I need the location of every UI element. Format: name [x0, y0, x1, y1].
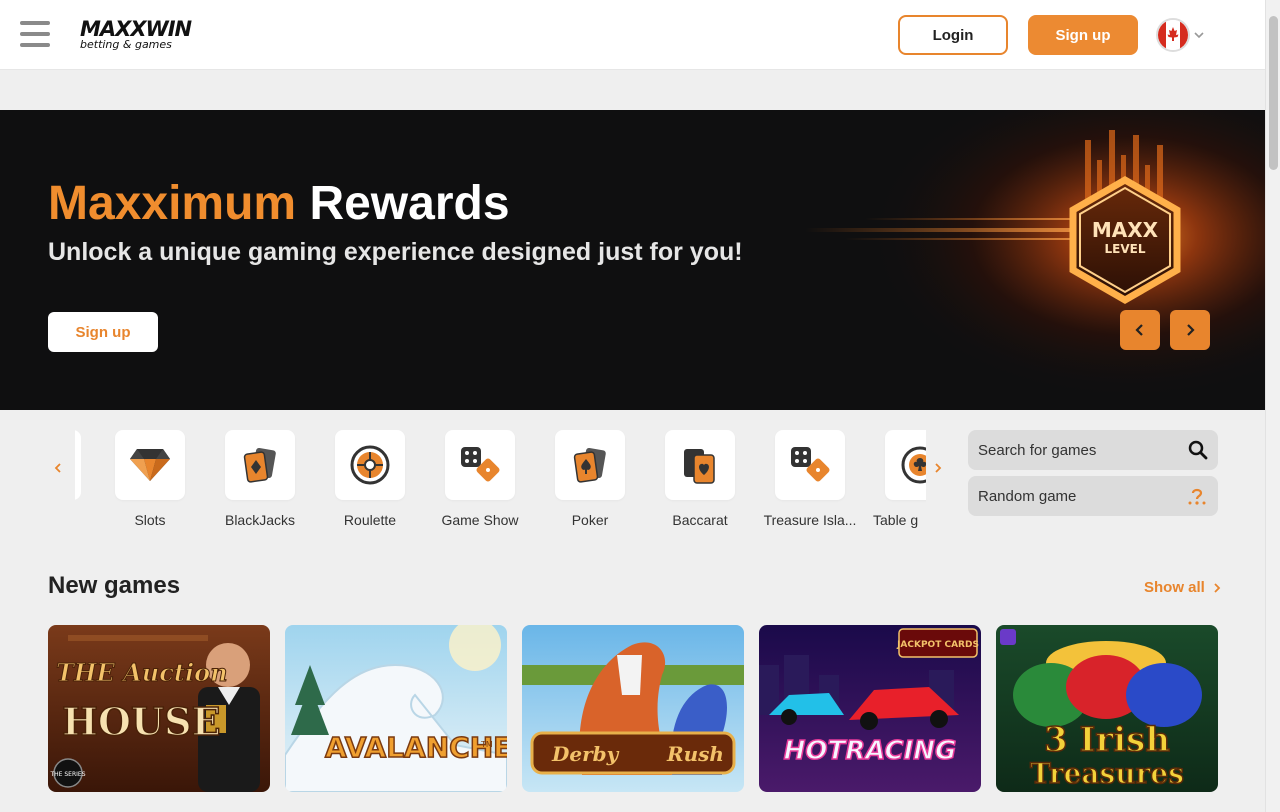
game-badge: JACKPOT CARDS: [896, 640, 979, 650]
game-title-line1: AVALANCHE: [325, 731, 507, 764]
game-title-line2: Rush: [666, 742, 724, 766]
language-selector[interactable]: [1156, 18, 1206, 52]
game-card-auction-house[interactable]: THE Auction HOUSE THE SERIES: [48, 625, 270, 792]
cards-spade-icon: [555, 430, 625, 500]
search-placeholder: Search for games: [978, 441, 1097, 459]
dice-icon: [445, 430, 515, 500]
game-thumbnail: AVALANCHE TM: [285, 625, 507, 792]
category-label: Slots: [134, 512, 166, 528]
category-roulette[interactable]: Roulette: [315, 430, 425, 535]
roulette-wheel-icon: [335, 430, 405, 500]
category-label: Poker: [571, 512, 609, 528]
categories-prev-button[interactable]: [48, 458, 68, 478]
game-title-line2: Treasures: [1030, 757, 1184, 790]
show-all-label: Show all: [1144, 579, 1205, 596]
game-card-3-irish-treasures[interactable]: 3 Irish Treasures: [996, 625, 1218, 792]
chevron-right-icon: [1214, 582, 1221, 593]
category-blackjacks[interactable]: BlackJacks: [205, 430, 315, 535]
game-title-line1: Derby: [551, 742, 620, 766]
site-header: MAXXWIN betting & games Login Sign up: [0, 0, 1265, 70]
site-logo[interactable]: MAXXWIN betting & games: [80, 18, 202, 52]
new-games-title: New games: [48, 572, 181, 599]
hero-title: Maxximum Rewards: [48, 176, 510, 231]
game-title-line1: 3 Irish: [1044, 720, 1170, 760]
chevron-right-icon: [935, 463, 942, 473]
category-label: Baccarat: [672, 512, 728, 528]
game-card-avalanche[interactable]: AVALANCHE TM: [285, 625, 507, 792]
random-question-icon: [1188, 488, 1206, 505]
category-label: BlackJacks: [224, 512, 296, 528]
random-game-button[interactable]: Random game: [968, 476, 1218, 516]
category-table-games[interactable]: Table g: [865, 430, 926, 535]
show-all-link[interactable]: Show all: [1144, 579, 1221, 596]
badge-line2: LEVEL: [1105, 242, 1146, 256]
hero-prev-button[interactable]: [1120, 310, 1160, 350]
game-thumbnail: JACKPOT CARDS HOTRACING: [759, 625, 981, 792]
search-icon: [1188, 440, 1208, 460]
cards-diamond-icon: [225, 430, 295, 500]
diamond-icon: [115, 430, 185, 500]
scrollbar-thumb[interactable]: [1269, 16, 1278, 170]
random-game-label: Random game: [978, 487, 1077, 505]
hero-title-rest: Rewards: [309, 177, 510, 230]
category-label: Game Show: [441, 512, 519, 528]
search-input[interactable]: Search for games: [968, 430, 1218, 470]
maxx-level-badge-artwork: MAXX LEVEL: [785, 110, 1265, 410]
cards-heart-icon: [665, 430, 735, 500]
game-title-line2: TM: [480, 740, 493, 749]
category-poker[interactable]: Poker: [535, 430, 645, 535]
chevron-left-icon: [54, 463, 61, 473]
menu-icon[interactable]: [20, 21, 50, 47]
hero-next-button[interactable]: [1170, 310, 1210, 350]
badge-line1: MAXX: [1092, 218, 1159, 242]
hero-subtitle: Unlock a unique gaming experience design…: [48, 238, 743, 266]
logo-wordmark: MAXXWIN: [80, 17, 192, 41]
game-card-hot-racing[interactable]: JACKPOT CARDS HOTRACING: [759, 625, 981, 792]
page-scrollbar[interactable]: [1265, 0, 1280, 812]
chevron-right-icon: [1187, 324, 1195, 336]
category-game-show[interactable]: Game Show: [425, 430, 535, 535]
game-card-derby-rush[interactable]: Derby Rush: [522, 625, 744, 792]
game-thumbnail: THE Auction HOUSE THE SERIES: [48, 625, 270, 792]
canada-flag-icon: [1156, 18, 1190, 52]
hero-banner: MAXX LEVEL Maxximum Rewards Unlock a uni…: [0, 110, 1265, 410]
categories-next-button[interactable]: [928, 458, 948, 478]
signup-button[interactable]: Sign up: [1028, 15, 1138, 55]
game-thumbnail: 3 Irish Treasures: [996, 625, 1218, 792]
category-tile-partial[interactable]: [75, 430, 81, 500]
game-badge: THE SERIES: [49, 771, 85, 778]
dice-icon: [775, 430, 845, 500]
hero-title-accent: Maxximum: [48, 177, 297, 230]
category-label: Table g: [873, 512, 919, 528]
category-slots[interactable]: Slots: [95, 430, 205, 535]
category-treasure-island[interactable]: Treasure Isla...: [755, 430, 865, 535]
poker-chip-icon: [885, 430, 926, 500]
chevron-down-icon: [1194, 32, 1204, 39]
game-title-line2: HOUSE: [62, 699, 221, 744]
category-carousel: Slots BlackJacks Roulette Game Show Poke…: [75, 430, 926, 535]
chevron-left-icon: [1135, 324, 1143, 336]
hero-signup-button[interactable]: Sign up: [48, 312, 158, 352]
category-baccarat[interactable]: Baccarat: [645, 430, 755, 535]
category-label: Treasure Isla...: [763, 512, 857, 528]
category-label: Roulette: [343, 512, 397, 528]
game-title-line1: HOTRACING: [784, 736, 957, 766]
game-title-line1: THE Auction: [56, 658, 228, 687]
game-thumbnail: Derby Rush: [522, 625, 744, 792]
login-button[interactable]: Login: [898, 15, 1008, 55]
